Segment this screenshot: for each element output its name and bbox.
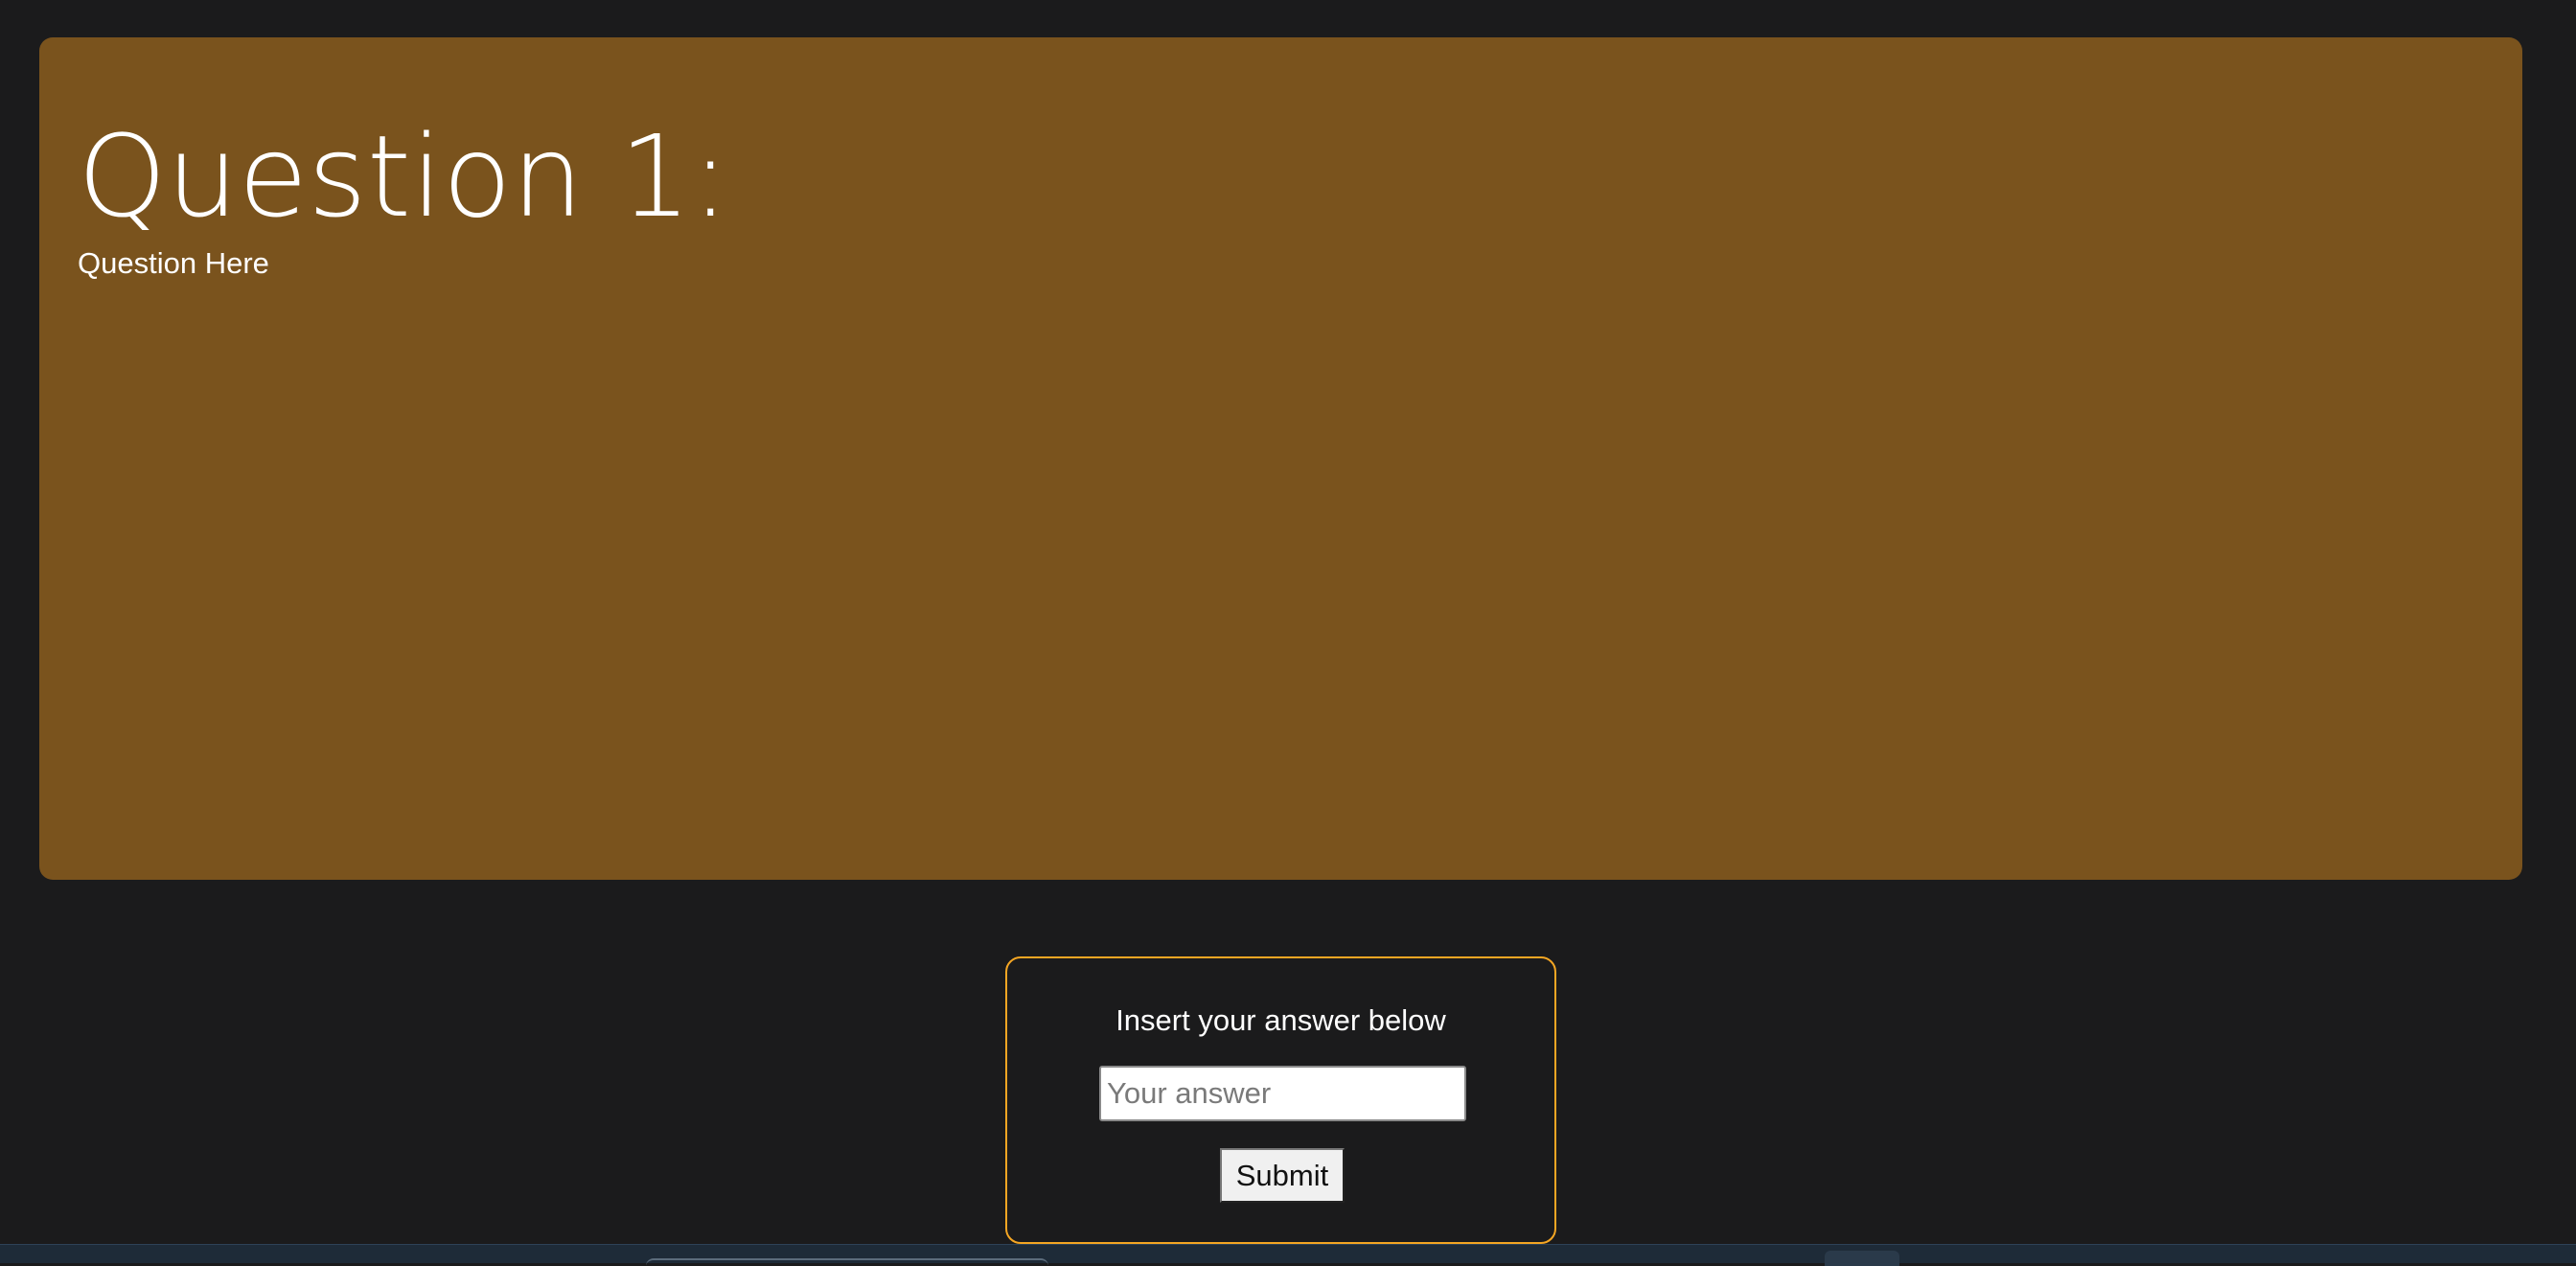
question-panel: Question 1: Question Here (39, 37, 2522, 880)
taskbar (0, 1244, 2576, 1266)
answer-input[interactable] (1099, 1066, 1466, 1121)
question-text: Question Here (78, 246, 269, 280)
answer-box: Insert your answer below Submit (1005, 956, 1556, 1244)
taskbar-item[interactable] (646, 1258, 1048, 1266)
question-title: Question 1: (78, 110, 730, 242)
submit-button[interactable]: Submit (1220, 1148, 1345, 1203)
answer-prompt: Insert your answer below (1116, 1003, 1446, 1037)
taskbar-item[interactable] (1825, 1251, 1899, 1266)
